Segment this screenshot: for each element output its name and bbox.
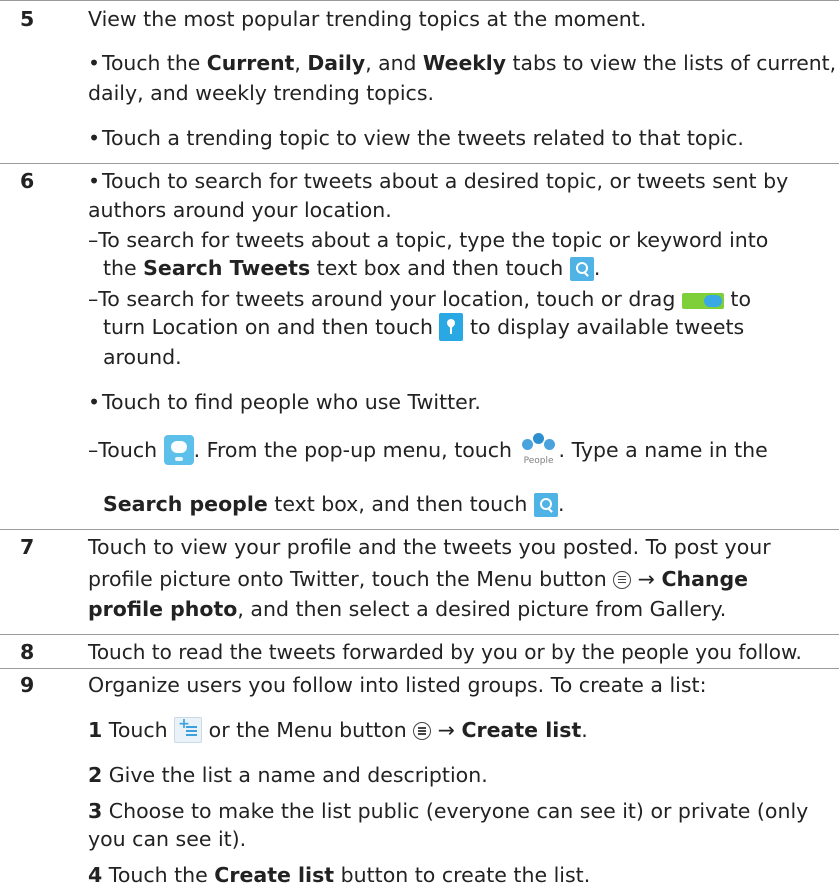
- document-page: 5 View the most popular trending topics …: [0, 0, 839, 892]
- dash-item: –To search for tweets about a topic, typ…: [88, 228, 769, 253]
- bullet-continuation: daily, and weekly trending topics.: [88, 80, 435, 105]
- compose-menu-icon: [163, 435, 194, 466]
- dash-item: –Touch . From the pop-up menu, touch Peo…: [88, 433, 768, 471]
- dash-continuation: around.: [103, 345, 182, 370]
- bullet-item: Touch to find people who use Twitter.: [88, 387, 481, 417]
- row-divider: [0, 163, 839, 165]
- row-divider: [0, 667, 839, 669]
- step-intro: View the most popular trending topics at…: [88, 6, 647, 31]
- step-number: 6: [20, 168, 35, 193]
- dash-continuation: the Search Tweets text box and then touc…: [103, 256, 601, 282]
- location-pin-icon: [439, 313, 464, 342]
- toggle-switch-icon: [681, 293, 724, 310]
- search-icon: [569, 257, 594, 282]
- bullet-item: Touch the Current, Daily, and Weekly tab…: [88, 48, 836, 78]
- dash-item: –To search for tweets around your locati…: [88, 287, 751, 312]
- row-divider: [0, 633, 839, 635]
- bullet-item: Touch to search for tweets about a desir…: [88, 166, 788, 196]
- list-step: 2 Give the list a name and description.: [88, 763, 488, 788]
- list-step: 1 Touch or the Menu button → Create list…: [88, 715, 588, 745]
- bullet-continuation: authors around your location.: [88, 198, 392, 223]
- search-icon: [533, 492, 558, 517]
- step-intro: Organize users you follow into listed gr…: [88, 673, 707, 698]
- step-number: 8: [20, 639, 35, 664]
- list-step: 3 Choose to make the list public (everyo…: [88, 799, 809, 824]
- step-number: 7: [20, 534, 35, 559]
- step-text: Touch to read the tweets forwarded by yo…: [88, 639, 802, 664]
- dash-continuation: turn Location on and then touch to displ…: [103, 313, 745, 342]
- list-step: 4 Touch the Create list button to create…: [88, 862, 591, 887]
- create-list-icon: [174, 715, 203, 744]
- step-text: Touch to view your profile and the tweet…: [88, 534, 771, 559]
- step-number: 9: [20, 673, 35, 698]
- menu-button-icon: [413, 722, 432, 741]
- step-text: profile picture onto Twitter, touch the …: [88, 566, 749, 591]
- step-text: profile photo, and then select a desired…: [88, 596, 727, 621]
- list-step-continuation: you can see it).: [88, 827, 247, 852]
- row-divider: [0, 0, 839, 1]
- row-divider: [0, 528, 839, 530]
- menu-button-icon: [613, 570, 632, 589]
- dash-continuation: Search people text box, and then touch .: [103, 491, 565, 517]
- step-number: 5: [20, 6, 35, 31]
- people-icon: People: [519, 433, 559, 471]
- bullet-item: Touch a trending topic to view the tweet…: [88, 123, 744, 153]
